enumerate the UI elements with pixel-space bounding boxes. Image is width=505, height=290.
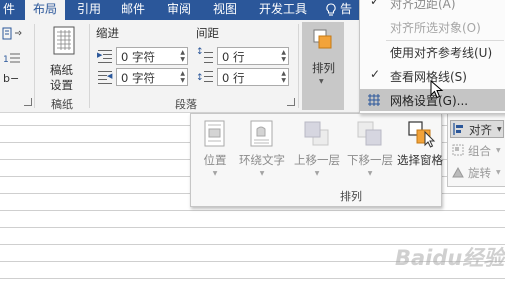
gridline — [0, 210, 505, 211]
align-group-column: 对齐 ▼ 组合 ▼ 旋转 ▼ — [447, 113, 505, 187]
arrange-button[interactable]: 排列 ▼ — [302, 22, 344, 110]
selection-pane-button[interactable]: 选择窗格 — [396, 114, 444, 186]
bring-forward-button[interactable]: 上移一层 ▼ — [291, 114, 343, 186]
rotate-label: 旋转 — [468, 166, 491, 180]
wrap-text-button[interactable]: 环绕文字 ▼ — [235, 114, 289, 186]
gridline — [0, 278, 505, 279]
arrange-icon — [313, 29, 332, 49]
tab-references[interactable]: 引用 — [70, 0, 108, 20]
spin-down-icon[interactable]: ▼ — [281, 78, 286, 84]
grid-icon — [368, 94, 380, 106]
hyphenation-button[interactable]: b− — [3, 72, 19, 85]
svg-text:1: 1 — [3, 55, 9, 65]
chevron-down-icon: ▼ — [319, 78, 324, 85]
indent-right-icon: ◀ — [96, 69, 114, 85]
spin-down-icon[interactable]: ▼ — [180, 57, 185, 63]
check-icon: ✓ — [370, 0, 381, 8]
spacing-after-input[interactable]: 0 行 ▲ ▼ — [217, 68, 289, 86]
wrap-text-label: 环绕文字 — [239, 153, 285, 167]
spacing-before-input[interactable]: 0 行 ▲ ▼ — [217, 47, 289, 65]
spacing-after-icon: ↕ — [196, 69, 214, 85]
spacing-before-value: 0 行 — [222, 50, 245, 64]
page-setup-launcher-icon[interactable] — [24, 98, 32, 106]
chevron-down-icon: ▼ — [314, 170, 320, 177]
rotate-icon — [452, 166, 464, 178]
group-label: 组合 — [468, 144, 491, 158]
align-icon — [453, 123, 463, 135]
spin-down-icon[interactable]: ▼ — [180, 78, 185, 84]
chevron-down-icon: ▼ — [367, 170, 373, 177]
tab-review[interactable]: 审阅 — [160, 0, 198, 20]
send-backward-icon — [357, 121, 382, 146]
watermark-logo: Baidu经验 — [395, 246, 505, 270]
rotate-button[interactable]: 旋转 ▼ — [452, 164, 505, 182]
tell-me-text: 告 — [340, 2, 353, 16]
bring-forward-label: 上移一层 — [294, 153, 340, 167]
align-label: 对齐 — [469, 123, 492, 137]
line-numbers-icon[interactable]: 1 — [2, 50, 24, 66]
indent-left-input[interactable]: 0 字符 ▲ ▼ — [116, 47, 188, 65]
menu-item-label: 使用对齐参考线(U) — [390, 46, 493, 60]
group-divider — [34, 24, 35, 108]
mouse-cursor-icon — [430, 80, 444, 99]
tab-layout[interactable]: 布局 — [25, 0, 65, 20]
send-backward-button[interactable]: 下移一层 ▼ — [344, 114, 396, 186]
chevron-down-icon: ▼ — [259, 170, 265, 177]
indent-left-icon: ▶ — [96, 48, 114, 64]
arrange-group-label: 排列 — [340, 190, 362, 203]
tab-developer[interactable]: 开发工具 — [252, 0, 314, 20]
send-backward-label: 下移一层 — [347, 153, 393, 167]
spacing-before-icon: ↕ — [196, 47, 214, 64]
selection-pane-label: 选择窗格 — [397, 153, 443, 167]
arrange-label: 排列 — [312, 61, 335, 75]
menu-item-align-selected[interactable]: 对齐所选对象(O) — [360, 16, 505, 38]
paragraph-group-label: 段落 — [175, 98, 197, 111]
group-button[interactable]: 组合 ▼ — [452, 142, 505, 160]
tab-view[interactable]: 视图 — [206, 0, 244, 20]
position-button[interactable]: 位置 ▼ — [197, 114, 233, 186]
group-divider — [298, 24, 299, 108]
paper-settings-button[interactable]: 稿纸 设置 — [44, 26, 84, 92]
menu-item-label: 查看网格线(S) — [390, 70, 467, 84]
selection-pane-icon — [408, 121, 436, 148]
menu-item-label: 对齐所选对象(O) — [390, 21, 481, 35]
group-divider — [89, 24, 90, 108]
spin-down-icon[interactable]: ▼ — [281, 57, 286, 63]
tab-home[interactable]: 件 — [0, 0, 18, 20]
chevron-down-icon: ▼ — [496, 147, 501, 154]
gridline — [0, 227, 505, 228]
paper-settings-line2: 设置 — [50, 78, 73, 92]
spacing-after-value: 0 行 — [222, 71, 245, 85]
position-label: 位置 — [203, 153, 227, 167]
check-icon: ✓ — [370, 67, 381, 81]
indent-left-value: 0 字符 — [121, 50, 155, 64]
group-icon — [452, 144, 464, 156]
paragraph-launcher-icon[interactable] — [287, 98, 295, 106]
position-icon — [204, 120, 225, 147]
breaks-icon[interactable] — [2, 26, 24, 42]
paper-settings-line1: 稿纸 — [50, 63, 73, 77]
spacing-label: 间距 — [196, 26, 219, 40]
manuscript-paper-icon — [53, 26, 75, 55]
menu-item-label: 对齐边距(A) — [390, 0, 456, 11]
paper-group-label: 稿纸 — [51, 98, 73, 111]
align-button[interactable]: 对齐 ▼ — [450, 120, 504, 138]
menu-item-use-guides[interactable]: 使用对齐参考线(U) — [360, 41, 505, 63]
bring-forward-icon — [304, 121, 329, 146]
menu-item-align-to-margin[interactable]: ✓ 对齐边距(A) — [360, 0, 505, 14]
chevron-down-icon: ▼ — [497, 126, 502, 133]
wrap-text-icon — [250, 120, 273, 147]
chevron-down-icon: ▼ — [496, 169, 501, 176]
indent-right-input[interactable]: 0 字符 ▲ ▼ — [116, 68, 188, 86]
indent-right-value: 0 字符 — [121, 71, 155, 85]
tell-me-box[interactable]: 告 — [322, 0, 358, 20]
chevron-down-icon: ▼ — [212, 170, 218, 177]
arrange-panel: 位置 ▼ 环绕文字 ▼ 上移一层 ▼ 下移一层 ▼ 选择窗格 排列 — [190, 113, 444, 207]
indent-label: 缩进 — [96, 26, 119, 40]
tab-mailings[interactable]: 邮件 — [114, 0, 152, 20]
lightbulb-icon — [326, 3, 336, 16]
